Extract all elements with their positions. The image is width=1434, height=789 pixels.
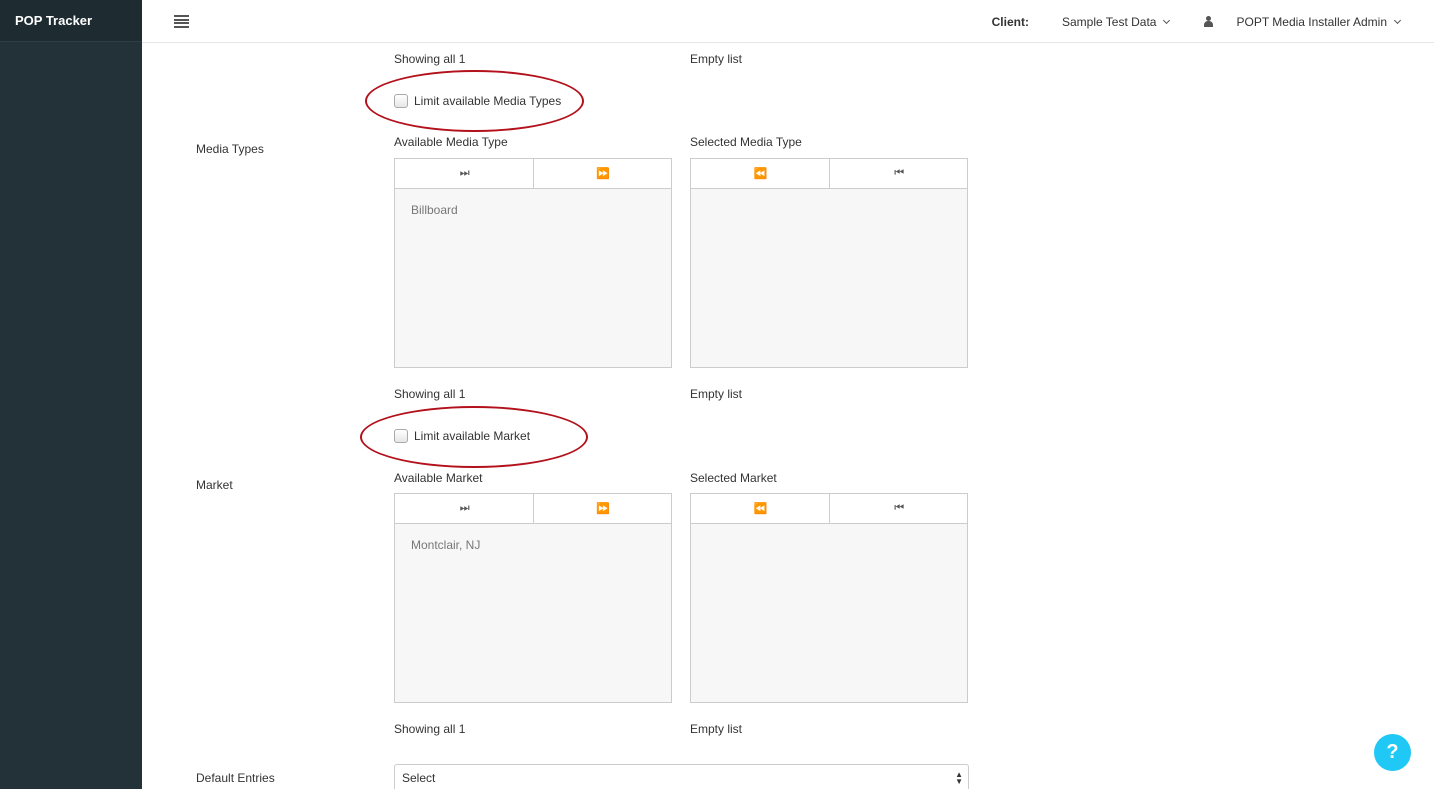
top-right-menu: Client: Sample Test Data POPT Media Inst… <box>992 0 1434 43</box>
limit-market-label[interactable]: Limit available Market <box>414 429 530 443</box>
available-media-type-title: Available Media Type <box>394 135 508 149</box>
sidebar: POP Tracker <box>0 0 142 789</box>
move-all-button[interactable]: ⏭ <box>395 159 534 188</box>
list-item[interactable]: Montclair, NJ <box>411 538 655 552</box>
market-selected-status: Empty list <box>690 722 743 736</box>
move-all-button[interactable]: ⏭ <box>395 494 534 523</box>
hamburger-menu-icon[interactable] <box>174 15 189 28</box>
client-label: Client: <box>991 14 1029 29</box>
market-label: Market <box>196 478 233 492</box>
limit-media-types-checkbox[interactable] <box>394 94 408 108</box>
selected-market-listbox: ⏪ ⏮ <box>690 493 968 703</box>
selected-media-type-listbox: ⏪ ⏮ <box>690 158 968 368</box>
selected-media-type-title: Selected Media Type <box>690 135 802 149</box>
remove-selected-icon: ⏪ <box>753 503 768 515</box>
selected-status-top: Empty list <box>690 52 743 66</box>
client-value: Sample Test Data <box>1061 14 1157 29</box>
limit-market-row: Limit available Market <box>394 429 530 443</box>
top-navbar: Client: Sample Test Data POPT Media Inst… <box>142 0 1434 43</box>
available-status-top: Showing all 1 <box>394 52 466 66</box>
media-types-available-status: Showing all 1 <box>394 387 466 401</box>
available-media-type-listbox: ⏭ ⏩ Billboard <box>394 158 672 368</box>
remove-all-icon: ⏮ <box>894 167 904 179</box>
remove-all-button[interactable]: ⏮ <box>830 159 968 188</box>
user-icon <box>1203 16 1214 27</box>
remove-selected-button[interactable]: ⏪ <box>691 159 830 188</box>
select-value: Select <box>402 771 436 785</box>
limit-market-checkbox[interactable] <box>394 429 408 443</box>
available-market-listbox: ⏭ ⏩ Montclair, NJ <box>394 493 672 703</box>
selected-market-title: Selected Market <box>690 471 777 485</box>
client-dropdown[interactable]: Sample Test Data <box>1061 14 1171 29</box>
chevron-down-icon <box>1163 16 1171 24</box>
move-all-icon: ⏭ <box>459 502 470 514</box>
move-all-icon: ⏭ <box>459 167 470 179</box>
user-name: POPT Media Installer Admin <box>1236 14 1387 29</box>
move-selected-button[interactable]: ⏩ <box>534 494 672 523</box>
chevron-down-icon <box>1393 16 1402 24</box>
brand-logo[interactable]: POP Tracker <box>0 0 142 42</box>
media-types-label: Media Types <box>196 142 264 156</box>
media-types-selected-status: Empty list <box>690 387 743 401</box>
remove-all-icon: ⏮ <box>894 502 904 514</box>
move-selected-button[interactable]: ⏩ <box>534 159 672 188</box>
default-entries-select[interactable]: Select ▲ ▼ <box>394 764 969 789</box>
move-selected-icon: ⏩ <box>596 503 610 515</box>
default-entries-label: Default Entries <box>196 771 275 785</box>
limit-media-types-label[interactable]: Limit available Media Types <box>414 94 561 108</box>
select-arrows-icon: ▲ ▼ <box>955 770 963 786</box>
move-selected-icon: ⏩ <box>596 168 610 180</box>
limit-media-types-row: Limit available Media Types <box>394 94 561 108</box>
help-button[interactable]: ? <box>1374 734 1411 771</box>
remove-selected-icon: ⏪ <box>753 168 768 180</box>
available-market-title: Available Market <box>394 471 483 485</box>
list-item[interactable]: Billboard <box>411 203 655 217</box>
market-available-status: Showing all 1 <box>394 722 466 736</box>
user-dropdown[interactable]: POPT Media Installer Admin <box>1236 14 1402 29</box>
remove-selected-button[interactable]: ⏪ <box>691 494 830 523</box>
remove-all-button[interactable]: ⏮ <box>830 494 968 523</box>
